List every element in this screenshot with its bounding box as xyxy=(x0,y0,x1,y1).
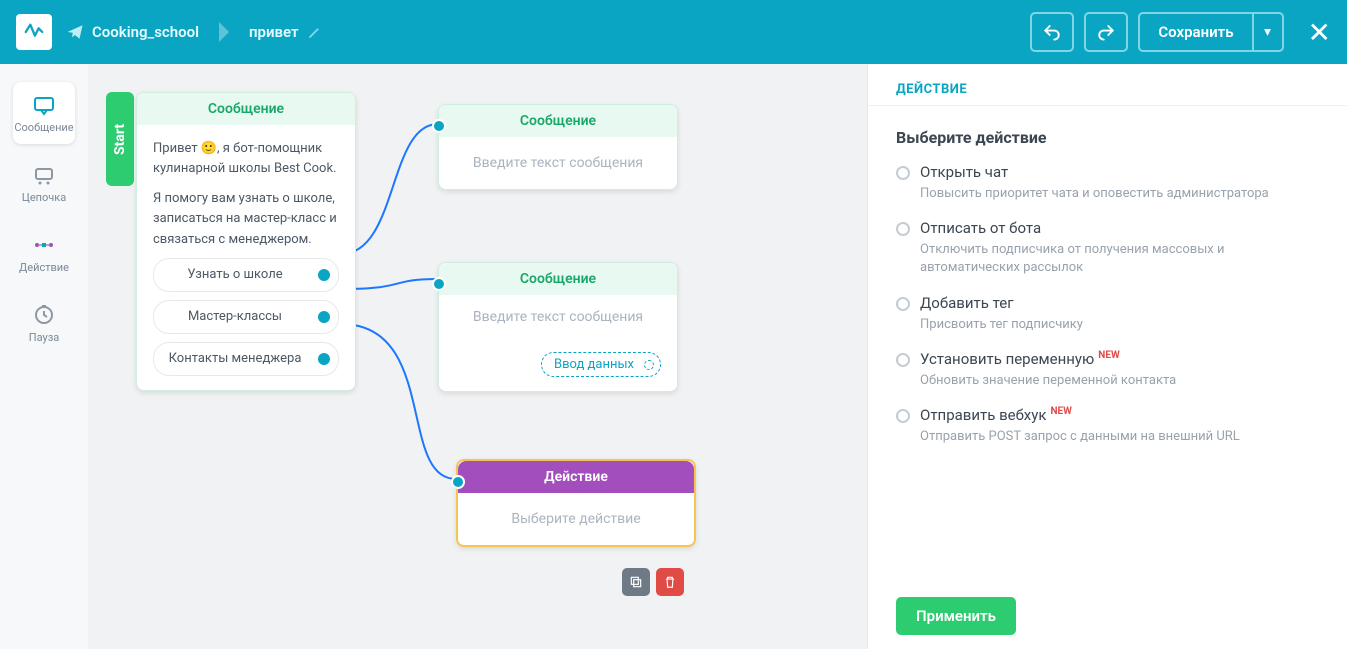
node-action[interactable]: Действие Выберите действие xyxy=(456,459,696,547)
tool-sidebar: Сообщение Цепочка Действие Пауза xyxy=(0,64,88,649)
in-port-icon[interactable] xyxy=(432,119,446,133)
action-description: Отключить подписчика от получения массов… xyxy=(920,241,1319,277)
breadcrumb: Cooking_school привет xyxy=(66,22,322,42)
out-port-icon[interactable] xyxy=(318,353,330,365)
chain-icon xyxy=(32,163,56,187)
copy-button[interactable] xyxy=(622,568,650,596)
save-button[interactable]: Сохранить xyxy=(1138,12,1253,52)
action-option[interactable]: Установить переменнуюNEW xyxy=(896,350,1319,368)
breadcrumb-separator-icon xyxy=(219,22,229,42)
message-placeholder[interactable]: Введите текст сообщения xyxy=(439,137,677,189)
out-port-icon[interactable] xyxy=(318,269,330,281)
option-manager-contacts[interactable]: Контакты менеджера xyxy=(153,342,339,376)
action-description: Отправить POST запрос с данными на внешн… xyxy=(920,428,1319,446)
app-logo[interactable] xyxy=(16,14,52,50)
action-label: Установить переменнуюNEW xyxy=(920,350,1120,368)
pause-icon xyxy=(32,303,56,327)
out-port-icon[interactable] xyxy=(318,311,330,323)
node-message-2[interactable]: Сообщение Введите текст сообщения xyxy=(438,104,678,190)
action-description: Повысить приоритет чата и оповестить адм… xyxy=(920,185,1319,203)
flow-canvas[interactable]: Start Сообщение Привет 🙂, я бот-помощник… xyxy=(88,64,867,649)
node-header: Действие xyxy=(458,461,694,493)
action-option[interactable]: Отправить вебхукNEW xyxy=(896,406,1319,424)
node-header: Сообщение xyxy=(439,263,677,295)
action-description: Обновить значение переменной контакта xyxy=(920,372,1319,390)
action-description: Присвоить тег подписчику xyxy=(920,316,1319,334)
node-tools xyxy=(622,568,684,596)
radio-icon[interactable] xyxy=(896,409,910,423)
sidebar-message[interactable]: Сообщение xyxy=(13,82,75,144)
option-about-school[interactable]: Узнать о школе xyxy=(153,258,339,292)
out-port-icon[interactable] xyxy=(644,360,654,370)
panel-header: ДЕЙСТВИЕ xyxy=(868,64,1347,106)
action-option[interactable]: Открыть чат xyxy=(896,163,1319,181)
node-header: Сообщение xyxy=(137,93,355,125)
sidebar-action[interactable]: Действие xyxy=(13,222,75,284)
new-badge: NEW xyxy=(1050,406,1071,417)
action-label: Добавить тег xyxy=(920,294,1014,312)
apply-button[interactable]: Применить xyxy=(896,597,1016,635)
node-start-message[interactable]: Сообщение Привет 🙂, я бот-помощник кулин… xyxy=(136,92,356,391)
node-header: Сообщение xyxy=(439,105,677,137)
radio-icon[interactable] xyxy=(896,222,910,236)
message-icon xyxy=(32,93,56,117)
top-bar: Cooking_school привет Сохранить ▾ ✕ xyxy=(0,0,1347,64)
radio-icon[interactable] xyxy=(896,297,910,311)
action-label: Отписать от бота xyxy=(920,219,1041,237)
bot-name[interactable]: Cooking_school xyxy=(92,23,199,41)
delete-button[interactable] xyxy=(656,568,684,596)
node-message-3[interactable]: Сообщение Введите текст сообщения Ввод д… xyxy=(438,262,678,392)
flow-name[interactable]: привет xyxy=(249,23,299,41)
start-tag: Start xyxy=(106,92,134,186)
redo-button[interactable] xyxy=(1084,12,1128,52)
action-option[interactable]: Отписать от бота xyxy=(896,219,1319,237)
message-text-2: Я помогу вам узнать о школе, записаться … xyxy=(153,189,339,249)
action-label: Отправить вебхукNEW xyxy=(920,406,1072,424)
action-icon xyxy=(32,233,56,257)
action-label: Открыть чат xyxy=(920,163,1008,181)
close-icon[interactable]: ✕ xyxy=(1308,16,1331,49)
telegram-icon xyxy=(66,23,84,41)
data-input-chip[interactable]: Ввод данных xyxy=(541,352,661,377)
save-dropdown-button[interactable]: ▾ xyxy=(1254,12,1284,52)
edit-icon[interactable] xyxy=(307,25,322,40)
panel-title: Выберите действие xyxy=(896,128,1319,147)
action-panel: ДЕЙСТВИЕ Выберите действие Открыть чат По… xyxy=(867,64,1347,649)
in-port-icon[interactable] xyxy=(451,475,465,489)
radio-icon[interactable] xyxy=(896,353,910,367)
undo-button[interactable] xyxy=(1030,12,1074,52)
action-placeholder[interactable]: Выберите действие xyxy=(458,493,694,545)
action-option[interactable]: Добавить тег xyxy=(896,294,1319,312)
message-placeholder[interactable]: Введите текст сообщения xyxy=(439,295,677,325)
option-master-classes[interactable]: Мастер-классы xyxy=(153,300,339,334)
radio-icon[interactable] xyxy=(896,166,910,180)
sidebar-pause[interactable]: Пауза xyxy=(13,292,75,354)
message-text-1: Привет 🙂, я бот-помощник кулинарной школ… xyxy=(153,139,339,179)
sidebar-chain[interactable]: Цепочка xyxy=(13,152,75,214)
new-badge: NEW xyxy=(1098,350,1119,361)
in-port-icon[interactable] xyxy=(432,277,446,291)
